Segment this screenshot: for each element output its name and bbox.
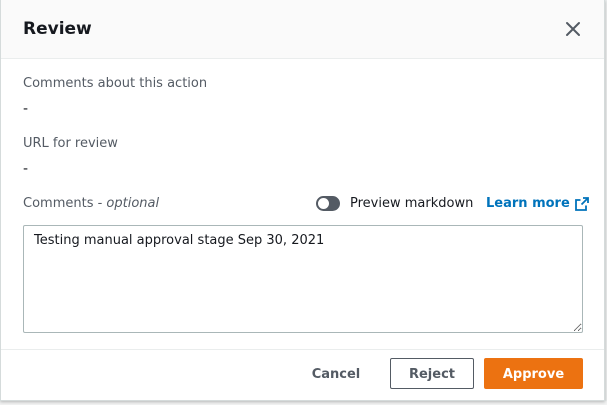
review-modal: Review Comments about this action - URL … — [0, 0, 605, 401]
modal-title: Review — [23, 19, 92, 39]
background-page — [0, 401, 607, 405]
modal-header: Review — [1, 0, 604, 59]
url-for-review-label: URL for review — [23, 136, 118, 151]
close-button[interactable] — [561, 17, 585, 41]
toggle-knob — [318, 198, 329, 209]
cancel-button[interactable]: Cancel — [301, 358, 371, 389]
external-link-icon — [574, 197, 589, 211]
approve-button[interactable]: Approve — [484, 358, 583, 389]
comments-textarea[interactable]: Testing manual approval stage Sep 30, 20… — [23, 225, 583, 333]
optional-label: optional — [106, 196, 160, 211]
url-for-review-value: - — [23, 161, 29, 177]
learn-more-link[interactable]: Learn more — [486, 195, 589, 213]
learn-more-label: Learn more — [486, 196, 570, 211]
reject-button[interactable]: Reject — [390, 358, 474, 389]
comments-about-action-value: - — [23, 101, 29, 117]
preview-markdown-label: Preview markdown — [350, 196, 474, 211]
comments-about-action-label: Comments about this action — [23, 76, 208, 91]
close-icon — [566, 22, 580, 36]
comments-label-text: Comments - — [23, 196, 107, 211]
preview-markdown-toggle[interactable] — [316, 196, 340, 211]
comments-label: Comments - optional — [23, 195, 159, 213]
